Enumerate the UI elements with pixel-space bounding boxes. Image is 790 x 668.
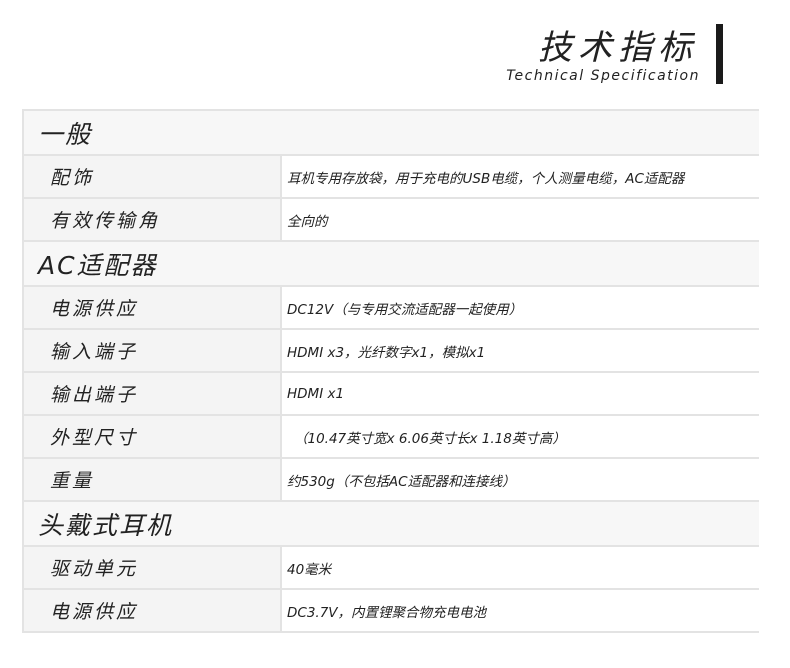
spec-label: 重量 — [24, 459, 282, 500]
spec-value: 全向的 — [282, 199, 759, 240]
spec-row: 外型尺寸 （10.47英寸宽x 6.06英寸长x 1.18英寸高） — [24, 416, 759, 459]
spec-value: DC3.7V，内置锂聚合物充电电池 — [282, 590, 759, 631]
spec-label: 输出端子 — [24, 373, 282, 414]
spec-table: 一般 配饰 耳机专用存放袋，用于充电的USB电缆，个人测量电缆，AC适配器 有效… — [22, 109, 759, 633]
spec-row: 电源供应 DC3.7V，内置锂聚合物充电电池 — [24, 590, 759, 633]
spec-row: 有效传输角 全向的 — [24, 199, 759, 242]
page-header: 技术指标 Technical Specification — [0, 0, 790, 100]
spec-value: （10.47英寸宽x 6.06英寸长x 1.18英寸高） — [282, 416, 759, 457]
spec-label: 电源供应 — [24, 590, 282, 631]
spec-value: HDMI x3，光纤数字x1，模拟x1 — [282, 330, 759, 371]
spec-value: HDMI x1 — [282, 373, 759, 414]
section-header-headphones: 头戴式耳机 — [24, 502, 759, 547]
spec-label: 驱动单元 — [24, 547, 282, 588]
spec-value: DC12V（与专用交流适配器一起使用） — [282, 287, 759, 328]
spec-label: 配饰 — [24, 156, 282, 197]
spec-value: 40毫米 — [282, 547, 759, 588]
spec-row: 配饰 耳机专用存放袋，用于充电的USB电缆，个人测量电缆，AC适配器 — [24, 156, 759, 199]
section-title: AC适配器 — [38, 250, 158, 280]
section-header-ac-adapter: AC适配器 — [24, 242, 759, 287]
page-title: 技术指标 — [538, 28, 698, 68]
spec-row: 驱动单元 40毫米 — [24, 547, 759, 590]
spec-value: 耳机专用存放袋，用于充电的USB电缆，个人测量电缆，AC适配器 — [282, 156, 759, 197]
page-subtitle: Technical Specification — [506, 68, 700, 84]
spec-row: 重量 约530g（不包括AC适配器和连接线） — [24, 459, 759, 502]
spec-row: 输出端子 HDMI x1 — [24, 373, 759, 416]
spec-label: 有效传输角 — [24, 199, 282, 240]
spec-label: 输入端子 — [24, 330, 282, 371]
spec-value: 约530g（不包括AC适配器和连接线） — [282, 459, 759, 500]
spec-label: 电源供应 — [24, 287, 282, 328]
section-header-general: 一般 — [24, 111, 759, 156]
section-title: 头戴式耳机 — [38, 510, 174, 540]
spec-row: 电源供应 DC12V（与专用交流适配器一起使用） — [24, 287, 759, 330]
spec-row: 输入端子 HDMI x3，光纤数字x1，模拟x1 — [24, 330, 759, 373]
spec-label: 外型尺寸 — [24, 416, 282, 457]
title-accent-bar — [716, 24, 723, 84]
section-title: 一般 — [38, 119, 93, 149]
